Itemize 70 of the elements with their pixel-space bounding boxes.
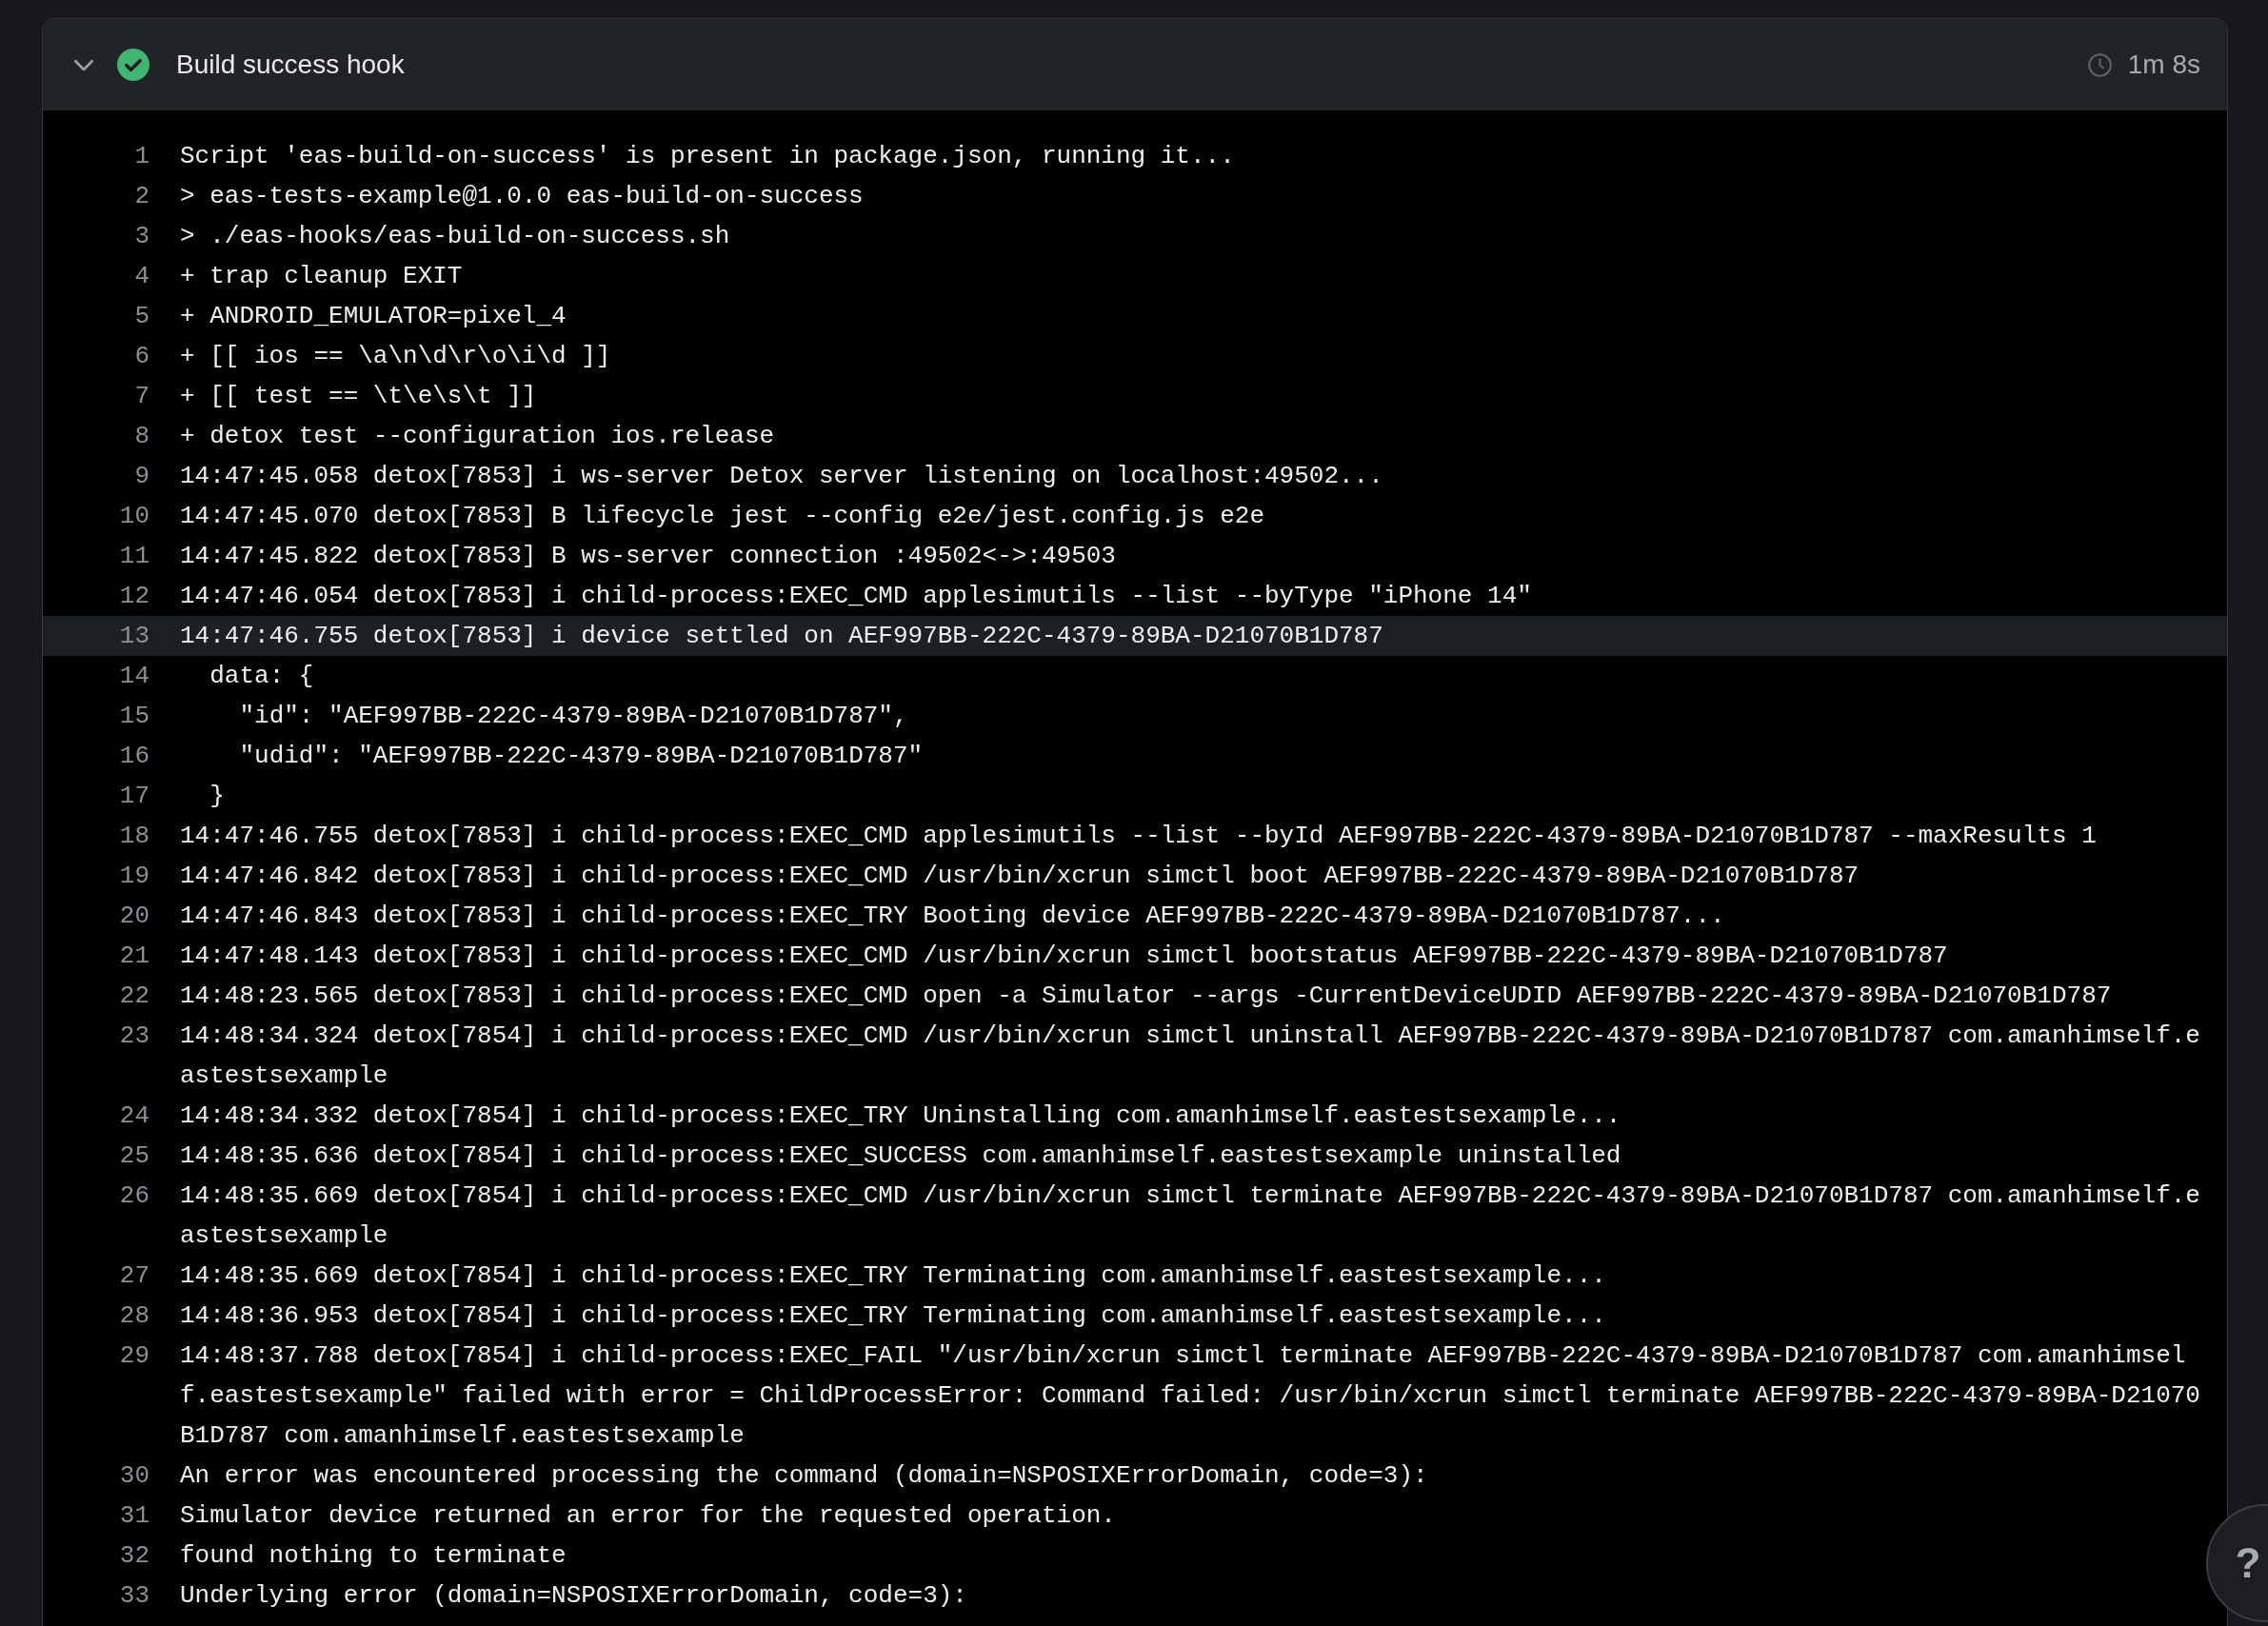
- line-number: 8: [133, 421, 149, 452]
- line-number: 26: [118, 1180, 149, 1212]
- line-number: 29: [118, 1340, 149, 1372]
- line-number: 5: [133, 301, 149, 332]
- log-text: Simulator device returned an error for the requested operation.: [180, 1500, 1117, 1532]
- line-number: 25: [118, 1140, 149, 1172]
- log-text: + trap cleanup EXIT: [180, 261, 464, 292]
- line-number: 7: [133, 381, 149, 412]
- log-text: + detox test --configuration ios.release: [180, 421, 776, 452]
- log-text: An error was encountered processing the command (domain=NSPOSIXErrorDomain, code=3):: [180, 1460, 1429, 1492]
- log-text: 14:47:45.058 detox[7853] i ws-server Detox server listening on localhost:49502...: [180, 461, 1384, 492]
- line-number: 21: [118, 941, 149, 972]
- log-text: 14:47:46.054 detox[7853] i child-process:EXEC_CMD applesimutils --list --byType "iPhone 14": [180, 581, 1533, 612]
- log-text: + ANDROID_EMULATOR=pixel_4: [180, 301, 567, 332]
- line-number: 19: [118, 861, 149, 892]
- log-text: 14:47:46.755 detox[7853] i device settled on AEF997BB-222C-4379-89BA-D21070B1D787: [180, 621, 1384, 652]
- line-number: 17: [118, 781, 149, 812]
- line-number: 4: [133, 261, 149, 292]
- log-text: 14:48:36.953 detox[7854] i child-process:EXEC_TRY Terminating com.amanhimself.eastestsexample...: [180, 1300, 1607, 1332]
- line-number: 30: [118, 1460, 149, 1492]
- log-text: 14:47:45.070 detox[7853] B lifecycle jest --config e2e/jest.config.js e2e: [180, 501, 1265, 532]
- log-text: Underlying error (domain=NSPOSIXErrorDomain, code=3):: [180, 1580, 968, 1612]
- line-number: 9: [133, 461, 149, 492]
- log-text: > ./eas-hooks/eas-build-on-success.sh: [180, 221, 731, 252]
- log-text: 14:48:34.332 detox[7854] i child-process:EXEC_TRY Uninstalling com.amanhimself.eastestsexample...: [180, 1101, 1622, 1132]
- log-text: 14:48:34.324 detox[7854] i child-process:EXEC_CMD /usr/bin/xcrun simctl uninstall AEF997BB-222C-4379-89BA-D21070B1D787 com.amanhimself.eastestsexample: [180, 1021, 2200, 1092]
- log-text: found nothing to terminate: [180, 1540, 567, 1572]
- line-number: 16: [118, 741, 149, 772]
- line-number: 32: [118, 1540, 149, 1572]
- log-text: data: {: [209, 661, 315, 692]
- line-number: 24: [118, 1101, 149, 1132]
- line-number: 3: [133, 221, 149, 252]
- line-number: 11: [118, 541, 149, 572]
- step-title: Build success hook: [176, 49, 405, 81]
- log-text: 14:48:23.565 detox[7853] i child-process:EXEC_CMD open -a Simulator --args -CurrentDeviceUDID AEF997BB-222C-4379-89BA-D21070B1D787: [180, 981, 2113, 1012]
- line-number: 33: [118, 1580, 149, 1612]
- line-number: 12: [118, 581, 149, 612]
- line-number: 23: [118, 1021, 149, 1052]
- line-number: 31: [118, 1500, 149, 1532]
- line-number: 14: [118, 661, 149, 692]
- line-number: 15: [118, 701, 149, 732]
- line-number: 28: [118, 1300, 149, 1332]
- line-number: 27: [118, 1260, 149, 1292]
- log-text: + [[ ios == \a\n\d\r\o\i\d ]]: [180, 341, 612, 372]
- log-text: 14:47:46.842 detox[7853] i child-process:EXEC_CMD /usr/bin/xcrun simctl boot AEF997BB-222C-4379-89BA-D21070B1D787: [180, 861, 1860, 892]
- line-number: 18: [118, 821, 149, 852]
- log-text: 14:48:35.669 detox[7854] i child-process:EXEC_TRY Terminating com.amanhimself.eastestsexample...: [180, 1260, 1607, 1292]
- log-text: 14:47:48.143 detox[7853] i child-process:EXEC_CMD /usr/bin/xcrun simctl bootstatus AEF997BB-222C-4379-89BA-D21070B1D787: [180, 941, 1949, 972]
- log-text: 14:48:35.636 detox[7854] i child-process:EXEC_SUCCESS com.amanhimself.eastestsexample uninstalled: [180, 1140, 1622, 1172]
- log-text: 14:47:46.843 detox[7853] i child-process:EXEC_TRY Booting device AEF997BB-222C-4379-89BA-D21070B1D787...: [180, 901, 1726, 932]
- log-text: "id": "AEF997BB-222C-4379-89BA-D21070B1D787",: [238, 701, 909, 732]
- log-text: "udid": "AEF997BB-222C-4379-89BA-D21070B1D787": [238, 741, 925, 772]
- clock-icon: [2086, 51, 2113, 78]
- log-text: }: [209, 781, 226, 812]
- step-header[interactable]: Build success hook 1m 8s: [43, 19, 2227, 110]
- log-text: 14:47:45.822 detox[7853] B ws-server connection :49502<->:49503: [180, 541, 1117, 572]
- line-number: 2: [133, 181, 149, 212]
- log-text: Script 'eas-build-on-success' is present in package.json, running it...: [180, 141, 1236, 172]
- line-number: 22: [118, 981, 149, 1012]
- duration-text: 1m 8s: [2127, 49, 2200, 81]
- line-number: 13: [118, 621, 149, 652]
- log-text: 14:47:46.755 detox[7853] i child-process:EXEC_CMD applesimutils --list --byId AEF997BB-222C-4379-89BA-D21070B1D787 --maxResults 1: [180, 821, 2098, 852]
- line-number: 1: [133, 141, 149, 172]
- line-number: 20: [118, 901, 149, 932]
- log-text: 14:48:37.788 detox[7854] i child-process:EXEC_FAIL "/usr/bin/xcrun simctl terminate AEF997BB-222C-4379-89BA-D21070B1D787 com.amanhimself.eastestsexample" failed with error = ChildProcessError: Command failed: /usr/bin/xcrun simctl terminate AEF997BB-222C-4379-89BA-D21070B1D787 com.amanhimself.eastestsexample: [180, 1340, 2200, 1452]
- log-text: > eas-tests-example@1.0.0 eas-build-on-success: [180, 181, 865, 212]
- line-number: 10: [118, 501, 149, 532]
- log-text: + [[ test == \t\e\s\t ]]: [180, 381, 538, 412]
- log-text: 14:48:35.669 detox[7854] i child-process:EXEC_CMD /usr/bin/xcrun simctl terminate AEF997BB-222C-4379-89BA-D21070B1D787 com.amanhimself.eastestsexample: [180, 1180, 2200, 1252]
- line-number: 6: [133, 341, 149, 372]
